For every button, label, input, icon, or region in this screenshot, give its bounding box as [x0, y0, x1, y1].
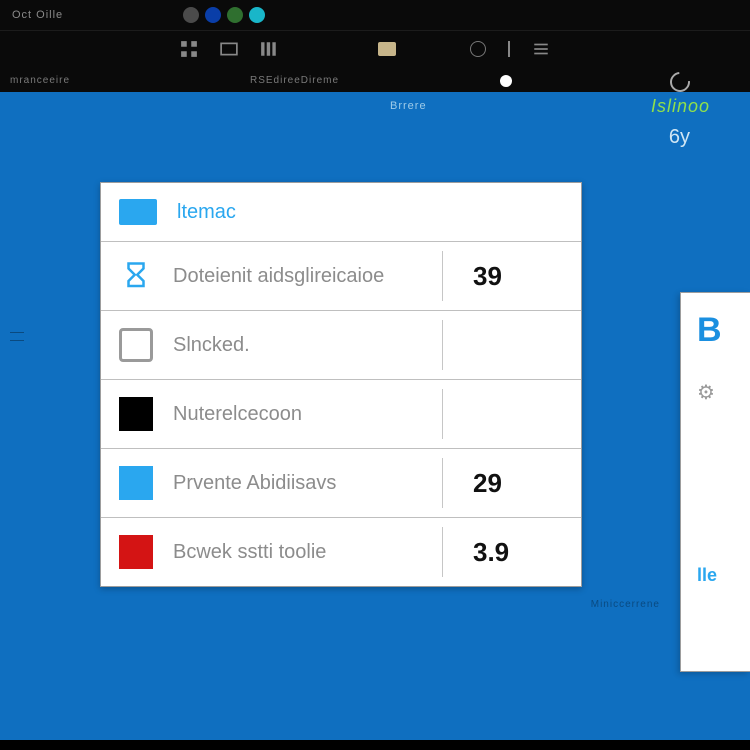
divider	[442, 251, 443, 301]
desktop-right-label: Islinoo	[651, 96, 710, 117]
hourglass-icon	[119, 259, 153, 293]
tray-icon[interactable]	[205, 7, 221, 23]
divider	[442, 389, 443, 439]
panel-header[interactable]: ltemac	[101, 183, 581, 242]
menu-icon[interactable]	[532, 40, 550, 58]
settings-panel: ltemac Doteienit aidsglireicaioe 39 Slnc…	[100, 182, 582, 587]
list-item-label: Doteienit aidsglireicaioe	[173, 265, 438, 288]
circle-icon[interactable]	[470, 41, 486, 57]
list-item-label: Prvente Abidiisavs	[173, 472, 438, 495]
color-swatch-icon	[119, 397, 153, 431]
ruler-tick	[10, 340, 24, 341]
folder-icon[interactable]	[378, 42, 396, 56]
color-swatch-icon	[119, 466, 153, 500]
title-bar: Oct Oille	[0, 0, 750, 31]
color-swatch-icon	[119, 535, 153, 569]
list-item[interactable]: Doteienit aidsglireicaioe 39	[101, 242, 581, 311]
divider	[442, 458, 443, 508]
panel-title: ltemac	[177, 201, 236, 224]
list-item-label: Nuterelcecoon	[173, 403, 438, 426]
record-indicator-icon[interactable]	[500, 75, 512, 87]
viewport: Oct Oille mranceeire RSEdireeDireme	[0, 0, 750, 750]
desktop-right-value: 6y	[669, 126, 690, 149]
strip-label-mid: RSEdireeDireme	[250, 75, 339, 86]
columns-icon[interactable]	[260, 40, 278, 58]
footer-caption: Miniccerrene	[591, 599, 660, 610]
system-tray	[183, 7, 265, 23]
gear-icon[interactable]: ⚙	[697, 380, 750, 405]
window-title: Oct Oille	[12, 9, 63, 21]
header-swatch-icon	[119, 199, 157, 225]
list-item-label: Bcwek sstti toolie	[173, 541, 438, 564]
tray-icon[interactable]	[183, 7, 199, 23]
toolbar	[0, 31, 750, 67]
list-item-label: Slncked.	[173, 334, 438, 357]
side-card[interactable]: B ⚙ lle	[680, 292, 750, 672]
window-bottom-edge	[0, 740, 750, 750]
grid-icon[interactable]	[180, 40, 198, 58]
list-item[interactable]: Bcwek sstti toolie 3.9	[101, 518, 581, 586]
checkbox-icon[interactable]	[119, 328, 153, 362]
list-item[interactable]: Nuterelcecoon	[101, 380, 581, 449]
tray-icon[interactable]	[227, 7, 243, 23]
strip-label-left: mranceeire	[10, 75, 190, 86]
divider	[442, 320, 443, 370]
list-item-value: 39	[447, 261, 563, 292]
divider	[442, 527, 443, 577]
list-item-value: 3.9	[447, 537, 563, 568]
list-item-value: 29	[447, 468, 563, 499]
list-item[interactable]: Prvente Abidiisavs 29	[101, 449, 581, 518]
ruler-tick	[10, 332, 24, 333]
card-icon[interactable]	[220, 40, 238, 58]
label-strip: mranceeire RSEdireeDireme	[0, 67, 750, 94]
desktop-area: Brrere Islinoo 6y ltemac Doteienit aidsg…	[0, 92, 750, 750]
tray-icon[interactable]	[249, 7, 265, 23]
list-item[interactable]: Slncked.	[101, 311, 581, 380]
bar-icon[interactable]	[508, 41, 510, 57]
side-card-bottom-label: lle	[697, 565, 750, 586]
desktop-caption: Brrere	[390, 100, 427, 112]
side-card-letter: B	[697, 311, 750, 350]
